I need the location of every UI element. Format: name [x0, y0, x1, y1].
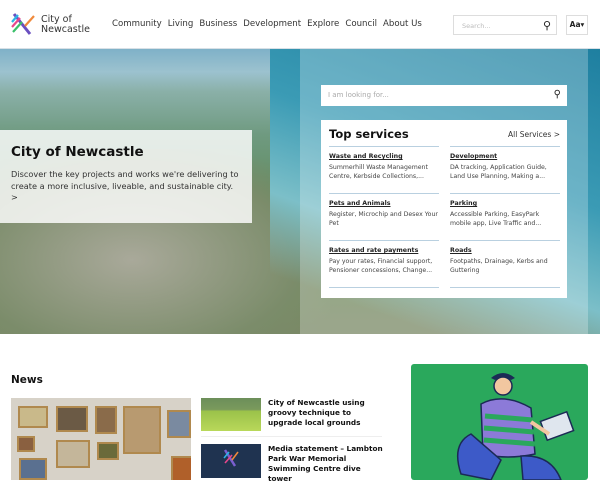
painting [18, 406, 48, 428]
nav-development[interactable]: Development [243, 19, 301, 29]
logo-text[interactable]: City of Newcastle [41, 15, 90, 35]
nav-explore[interactable]: Explore [307, 19, 339, 29]
service-link[interactable]: Development [450, 153, 560, 160]
site-search-input[interactable]: Search... ⚲ [453, 15, 557, 35]
painting [167, 410, 191, 438]
search-placeholder: Search... [462, 22, 491, 30]
service-item: Pets and Animals Register, Microchip and … [329, 193, 439, 240]
site-header: City of Newcastle Community Living Busine… [0, 0, 600, 49]
hero-description-link[interactable]: Discover the key projects and works we'r… [11, 169, 241, 204]
painting [95, 406, 117, 434]
hero-title: City of Newcastle [11, 144, 144, 160]
top-services-panel: Top services All Services > Waste and Re… [321, 120, 567, 298]
person-with-laptop-illustration [456, 373, 575, 480]
search-icon[interactable]: ⚲ [554, 89, 561, 100]
service-desc: Pay your rates, Financial support, Pensi… [329, 258, 433, 274]
painting [19, 458, 47, 480]
featured-news-image[interactable] [11, 398, 191, 480]
service-link[interactable]: Roads [450, 247, 560, 254]
service-item: Waste and Recycling Summerhill Waste Mana… [329, 146, 439, 193]
nav-council[interactable]: Council [345, 19, 377, 29]
painting [17, 436, 35, 452]
main-nav: Community Living Business Development Ex… [112, 19, 422, 29]
service-link[interactable]: Waste and Recycling [329, 153, 439, 160]
nav-about-us[interactable]: About Us [383, 19, 422, 29]
looking-for-placeholder: I am looking for... [328, 91, 389, 99]
news-headline-link[interactable]: Media statement – Lambton Park War Memor… [268, 444, 386, 484]
nav-living[interactable]: Living [168, 19, 194, 29]
divider [329, 287, 560, 288]
service-desc: Register, Microchip and Desex Your Pet [329, 211, 438, 227]
text-size-button[interactable]: Aa▾ [566, 15, 588, 35]
news-headline-link[interactable]: City of Newcastle using groovy technique… [268, 398, 386, 428]
service-desc: Summerhill Waste Management Centre, Kerb… [329, 164, 428, 180]
painting [97, 442, 119, 460]
promo-card[interactable] [411, 364, 588, 480]
hero-banner: City of Newcastle Discover the key proje… [0, 49, 600, 334]
news-heading: News [11, 374, 43, 386]
city-logo-icon [223, 449, 239, 467]
news-thumbnail-grounds[interactable] [201, 398, 261, 431]
service-item: Rates and rate payments Pay your rates, F… [329, 240, 439, 287]
service-desc: Accessible Parking, EasyPark mobile app,… [450, 211, 542, 227]
all-services-link[interactable]: All Services > [508, 130, 560, 139]
painting [123, 406, 161, 454]
search-icon[interactable]: ⚲ [543, 19, 551, 32]
hero-intro[interactable]: City of Newcastle Discover the key proje… [0, 130, 252, 223]
service-link[interactable]: Pets and Animals [329, 200, 439, 207]
service-desc: DA tracking, Application Guide, Land Use… [450, 164, 547, 180]
painting [56, 406, 88, 432]
nav-business[interactable]: Business [199, 19, 237, 29]
news-thumbnail-logo[interactable] [201, 444, 261, 478]
looking-for-input[interactable]: I am looking for... ⚲ [321, 85, 567, 106]
painting [171, 456, 191, 480]
service-item: Parking Accessible Parking, EasyPark mobi… [450, 193, 560, 240]
service-item: Development DA tracking, Application Guid… [450, 146, 560, 193]
painting [56, 440, 90, 468]
service-link[interactable]: Rates and rate payments [329, 247, 439, 254]
nav-community[interactable]: Community [112, 19, 162, 29]
service-item: Roads Footpaths, Drainage, Kerbs and Gutt… [450, 240, 560, 287]
service-desc: Footpaths, Drainage, Kerbs and Guttering [450, 258, 548, 274]
service-link[interactable]: Parking [450, 200, 560, 207]
city-logo-icon[interactable] [11, 12, 35, 36]
logo-line2: Newcastle [41, 24, 90, 35]
divider [201, 436, 382, 437]
